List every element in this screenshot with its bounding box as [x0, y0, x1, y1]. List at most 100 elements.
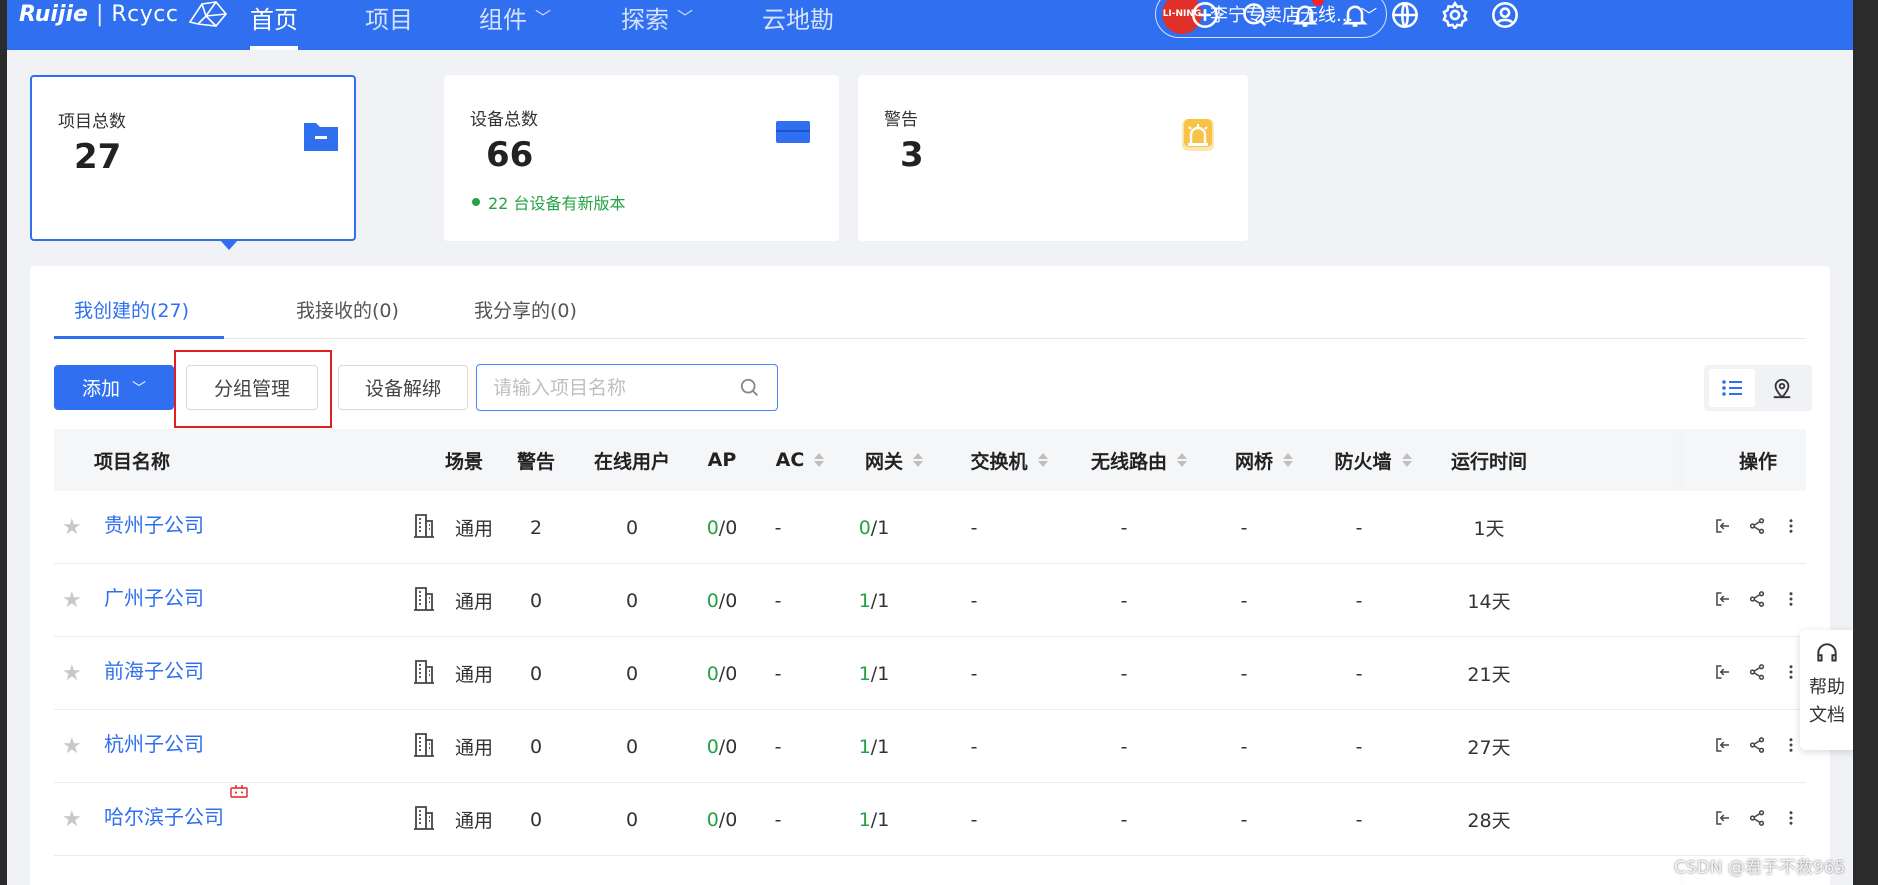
tab-shared[interactable]: 我分享的(0): [474, 296, 577, 323]
enter-project-icon[interactable]: [1714, 663, 1732, 681]
search-icon[interactable]: [739, 377, 761, 399]
row-actions: [1714, 517, 1800, 535]
project-search[interactable]: [476, 364, 778, 411]
row-actions: [1714, 590, 1800, 608]
sort-icon[interactable]: [1401, 453, 1412, 467]
gateway-value: 0/1: [858, 516, 890, 539]
help-docs-button[interactable]: 帮助 文档: [1800, 630, 1853, 750]
enter-project-icon[interactable]: [1714, 517, 1732, 535]
card-label: 项目总数: [58, 112, 126, 132]
share-icon[interactable]: [1748, 736, 1766, 754]
device-unbind-button[interactable]: 设备解绑: [338, 365, 468, 410]
more-icon[interactable]: [1782, 736, 1800, 754]
alarm-card[interactable]: 警告 3: [858, 75, 1248, 241]
col-ac[interactable]: AC: [764, 429, 836, 491]
card-value: 3: [900, 135, 924, 175]
tab-received[interactable]: 我接收的(0): [296, 296, 399, 323]
warning-value: 0: [529, 735, 543, 758]
share-icon[interactable]: [1748, 809, 1766, 827]
online-users-value: 0: [625, 516, 639, 539]
star-icon[interactable]: ★: [62, 734, 82, 759]
globe-icon[interactable]: [1388, 0, 1422, 32]
star-icon[interactable]: ★: [62, 515, 82, 540]
nav-components[interactable]: 组件 ﹀: [479, 0, 551, 50]
more-icon[interactable]: [1782, 517, 1800, 535]
sort-icon[interactable]: [913, 453, 923, 467]
col-warning: 警告: [516, 450, 555, 473]
project-name-link[interactable]: 贵州子公司: [104, 509, 204, 538]
table-row[interactable]: ★ 哈尔滨子公司 通用 0 0 0/0 - 1/1 - - - - 28天: [54, 783, 1806, 856]
notification-bell-icon[interactable]: [1288, 0, 1324, 32]
sort-icon[interactable]: [814, 453, 825, 467]
building-icon: [414, 587, 434, 611]
uptime-value: 1天: [1473, 518, 1505, 540]
enter-project-icon[interactable]: [1714, 809, 1732, 827]
ac-value: -: [774, 662, 782, 685]
firewall-value: -: [1355, 662, 1363, 685]
more-icon[interactable]: [1782, 809, 1800, 827]
gateway-value: 1/1: [858, 735, 890, 758]
table-row[interactable]: ★ 广州子公司 通用 0 0 0/0 - 1/1 - - - - 14天: [54, 564, 1806, 637]
bridge-value: -: [1240, 808, 1248, 831]
enter-project-icon[interactable]: [1714, 736, 1732, 754]
ac-value: -: [774, 808, 782, 831]
uptime-value: 21天: [1467, 664, 1511, 686]
firewall-value: -: [1355, 808, 1363, 831]
col-firewall[interactable]: 防火墙: [1318, 429, 1428, 491]
online-users-value: 0: [625, 808, 639, 831]
add-circle-icon[interactable]: [1188, 0, 1222, 32]
col-switch[interactable]: 交换机: [944, 429, 1074, 491]
brand-sub: Rcycc: [111, 1, 179, 27]
sort-icon[interactable]: [1177, 453, 1187, 467]
share-icon[interactable]: [1748, 663, 1766, 681]
nav-explore[interactable]: 探索 ﹀: [621, 0, 693, 50]
project-name-link[interactable]: 广州子公司: [104, 582, 204, 611]
nav-cloud-survey[interactable]: 云地勘: [762, 0, 834, 50]
col-bridge[interactable]: 网桥: [1214, 429, 1314, 491]
alarm-icon: [1182, 119, 1214, 151]
card-label: 设备总数: [470, 110, 538, 130]
tab-created[interactable]: 我创建的(27): [74, 296, 189, 323]
row-actions: [1714, 663, 1800, 681]
col-gateway[interactable]: 网关: [839, 429, 949, 491]
bell-icon[interactable]: [1338, 0, 1372, 32]
table-row[interactable]: ★ 贵州子公司 通用 2 0 0/0 - 0/1 - - - - 1天: [54, 491, 1806, 564]
nav-project[interactable]: 项目: [365, 0, 413, 50]
new-version-note[interactable]: 22 台设备有新版本: [472, 190, 625, 214]
project-name-link[interactable]: 哈尔滨子公司: [104, 801, 224, 830]
project-count-card[interactable]: 项目总数 27: [30, 75, 356, 241]
nav-home[interactable]: 首页: [250, 0, 298, 50]
project-name-link[interactable]: 前海子公司: [104, 655, 204, 684]
table-row[interactable]: ★ 杭州子公司 通用 0 0 0/0 - 1/1 - - - - 27天: [54, 710, 1806, 783]
add-button[interactable]: 添加 ﹀: [54, 365, 174, 410]
more-icon[interactable]: [1782, 590, 1800, 608]
enter-project-icon[interactable]: [1714, 590, 1732, 608]
sort-icon[interactable]: [1037, 453, 1048, 467]
search-input[interactable]: [493, 376, 723, 399]
device-count-card[interactable]: 设备总数 66 22 台设备有新版本: [444, 75, 839, 241]
brand-logo: Ruijie | Rcycc: [19, 0, 230, 28]
star-icon[interactable]: ★: [62, 661, 82, 686]
sort-icon[interactable]: [1283, 453, 1293, 467]
warning-value: 0: [529, 808, 543, 831]
list-view-icon[interactable]: [1709, 369, 1755, 407]
star-icon[interactable]: ★: [62, 807, 82, 832]
share-icon[interactable]: [1748, 517, 1766, 535]
star-icon[interactable]: ★: [62, 588, 82, 613]
firewall-value: -: [1355, 589, 1363, 612]
more-icon[interactable]: [1782, 663, 1800, 681]
gateway-value: 1/1: [858, 808, 890, 831]
user-icon[interactable]: [1488, 0, 1522, 32]
share-icon[interactable]: [1748, 590, 1766, 608]
table-row[interactable]: ★ 前海子公司 通用 0 0 0/0 - 1/1 - - - - 21天: [54, 637, 1806, 710]
col-wireless-router[interactable]: 无线路由: [1064, 429, 1214, 491]
switch-value: -: [970, 662, 978, 685]
project-name-link[interactable]: 杭州子公司: [104, 728, 204, 757]
building-icon: [414, 514, 434, 538]
search-icon[interactable]: [1238, 0, 1272, 32]
card-label: 警告: [884, 110, 918, 130]
row-actions: [1714, 809, 1800, 827]
settings-icon[interactable]: [1438, 0, 1472, 32]
warning-value: 0: [529, 662, 543, 685]
map-view-icon[interactable]: [1759, 369, 1805, 407]
